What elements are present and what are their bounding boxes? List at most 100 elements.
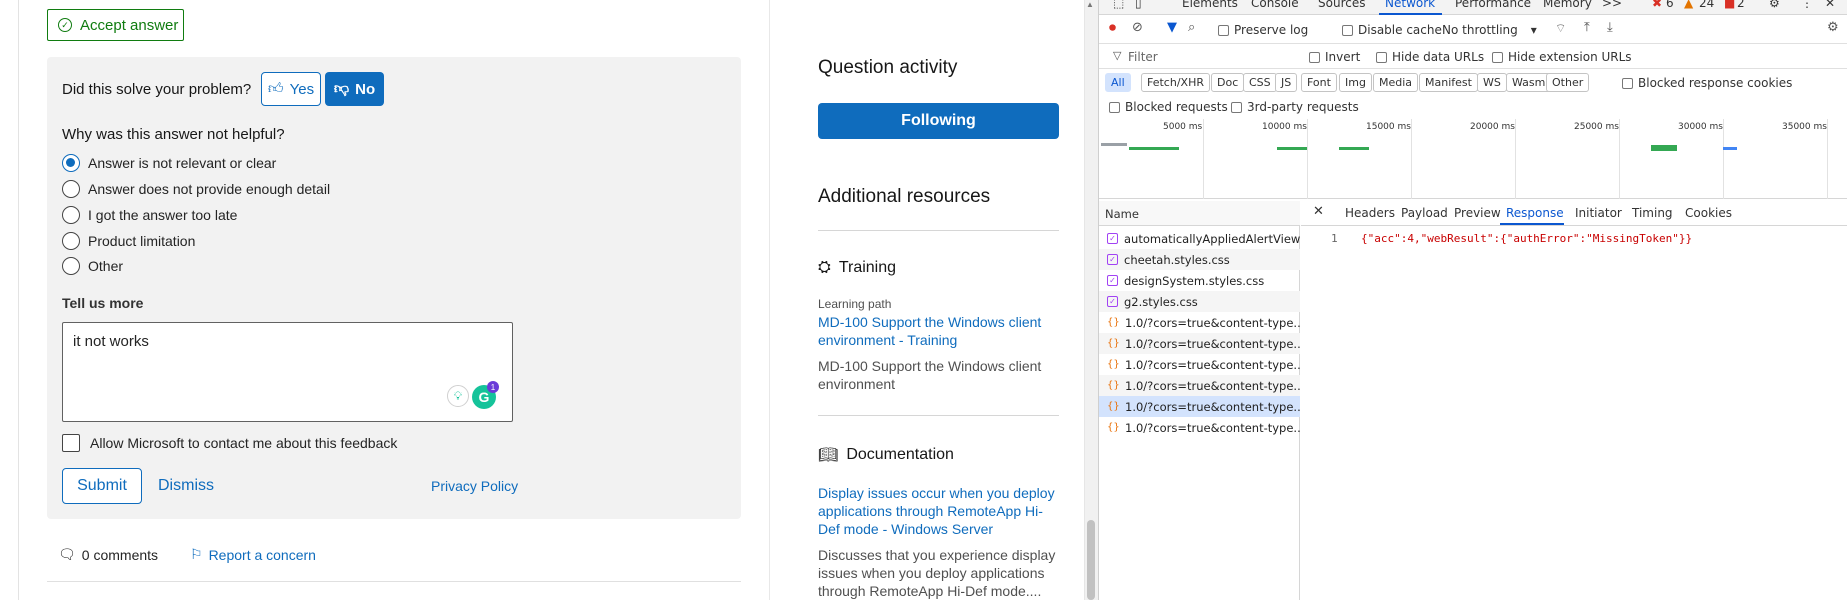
tab-cookies[interactable]: Cookies [1685,206,1732,220]
training-link[interactable]: MD-100 Support the Windows client enviro… [818,313,1063,349]
radio-selected[interactable] [62,154,80,172]
checkbox[interactable] [1309,51,1320,63]
invert-checkbox[interactable]: Invert [1309,50,1360,64]
contact-checkbox[interactable] [62,434,80,452]
radio[interactable] [62,257,80,275]
hide-data-urls-checkbox[interactable]: Hide data URLs [1376,50,1484,64]
filter-input[interactable]: Filter [1128,50,1158,64]
option-not-relevant[interactable]: Answer is not relevant or clear [62,153,276,173]
blocked-cookies-checkbox[interactable]: Blocked response cookies [1622,76,1792,90]
close-devtools-icon[interactable]: ✕ [1825,0,1835,10]
type-filter-doc[interactable]: Doc [1211,73,1245,92]
hide-extension-urls-checkbox[interactable]: Hide extension URLs [1492,50,1632,64]
yes-button[interactable]: 👍︎ Yes [261,72,321,106]
no-button[interactable]: 👎︎ No [325,72,384,106]
checkbox[interactable] [1622,77,1633,89]
tab-network[interactable]: Network [1385,0,1435,10]
report-concern-link[interactable]: ⚐ Report a concern [190,546,316,563]
type-filter-font[interactable]: Font [1301,73,1337,92]
checkbox[interactable] [1376,51,1387,63]
issues-count[interactable]: 2 [1737,0,1745,10]
device-toolbar-icon[interactable]: ▯ [1135,0,1142,10]
third-party-checkbox[interactable]: 3rd-party requests [1231,100,1359,114]
record-icon[interactable]: ⏺ [1109,20,1116,36]
following-button[interactable]: Following [818,103,1059,139]
radio[interactable] [62,232,80,250]
documentation-link[interactable]: Display issues occur when you deploy app… [818,484,1063,538]
feedback-textarea[interactable]: it not works [62,322,513,422]
network-timeline-overview[interactable]: 5000 ms 10000 ms 15000 ms 20000 ms 25000… [1099,119,1847,199]
clear-icon[interactable]: ⊘ [1132,20,1143,35]
contact-checkbox-row[interactable]: Allow Microsoft to contact me about this… [62,434,397,452]
search-icon[interactable]: ⌕ [1188,20,1195,35]
request-row[interactable]: {} 1.0/?cors=true&content-type... [1099,312,1300,333]
comments-link[interactable]: 🗨︎ 0 comments [58,546,158,563]
tab-elements[interactable]: Elements [1182,0,1238,10]
scrollbar-thumb[interactable] [1087,520,1095,600]
more-tabs-button[interactable]: >> [1602,0,1622,10]
tab-payload[interactable]: Payload [1401,206,1448,220]
type-filter-all[interactable]: All [1105,73,1131,92]
error-count[interactable]: 6 [1666,0,1674,10]
type-filter-media[interactable]: Media [1373,73,1419,92]
filter-icon[interactable]: ▼ [1167,20,1177,35]
dismiss-button[interactable]: Dismiss [158,477,214,495]
tab-initiator[interactable]: Initiator [1575,206,1622,220]
tab-sources[interactable]: Sources [1318,0,1365,10]
type-filter-css[interactable]: CSS [1243,73,1277,92]
more-options-icon[interactable]: ⋮ [1801,0,1813,10]
settings-icon[interactable]: ⚙ [1769,0,1780,10]
checkbox[interactable] [1218,24,1229,36]
request-row[interactable]: ✓ g2.styles.css [1099,291,1300,312]
network-conditions-icon[interactable]: ⌔ [1555,21,1566,36]
request-row[interactable]: {} 1.0/?cors=true&content-type... [1099,354,1300,375]
tab-console[interactable]: Console [1251,0,1299,10]
export-har-icon[interactable]: ⤓ [1607,20,1613,35]
checkbox[interactable] [1342,24,1353,36]
scroll-up-icon[interactable]: ▲ [1086,0,1094,9]
type-filter-fetch-xhr[interactable]: Fetch/XHR [1141,73,1210,92]
tab-performance[interactable]: Performance [1455,0,1531,10]
option-not-enough-detail[interactable]: Answer does not provide enough detail [62,179,330,199]
accept-answer-button[interactable]: ✓ Accept answer [47,9,184,41]
option-product-limitation[interactable]: Product limitation [62,231,195,251]
tab-timing[interactable]: Timing [1632,206,1673,220]
request-row[interactable]: ✓ automaticallyAppliedAlertView... [1099,228,1300,249]
inspect-icon[interactable]: ⬚ [1113,0,1124,10]
request-row[interactable]: {} 1.0/?cors=true&content-type... [1099,375,1300,396]
type-filter-wasm[interactable]: Wasm [1506,73,1552,92]
checkbox[interactable] [1492,51,1503,63]
checkbox[interactable] [1109,101,1120,113]
submit-button[interactable]: Submit [62,468,142,504]
network-settings-icon[interactable]: ⚙ [1827,20,1839,35]
page-scrollbar[interactable] [1084,0,1098,600]
blocked-requests-checkbox[interactable]: Blocked requests [1109,100,1228,114]
tab-response[interactable]: Response [1506,206,1564,220]
option-other[interactable]: Other [62,256,123,276]
type-filter-other[interactable]: Other [1546,73,1590,92]
type-filter-img[interactable]: Img [1339,73,1372,92]
type-filter-manifest[interactable]: Manifest [1419,73,1478,92]
radio[interactable] [62,206,80,224]
type-filter-js[interactable]: JS [1275,73,1298,92]
tab-preview[interactable]: Preview [1454,206,1501,220]
type-filter-ws[interactable]: WS [1477,73,1507,92]
close-detail-icon[interactable]: ✕ [1313,204,1324,219]
request-row-selected[interactable]: {} 1.0/?cors=true&content-type... [1099,396,1300,417]
preserve-log-checkbox[interactable]: Preserve log [1218,23,1308,37]
request-row[interactable]: {} 1.0/?cors=true&content-type... [1099,417,1300,438]
name-column-header[interactable]: Name [1105,207,1139,221]
checkbox[interactable] [1231,101,1242,113]
privacy-policy-link[interactable]: Privacy Policy [431,478,518,494]
tab-memory[interactable]: Memory [1543,0,1592,10]
radio[interactable] [62,180,80,198]
warning-count[interactable]: 24 [1699,0,1714,10]
import-har-icon[interactable]: ⤒ [1584,20,1590,35]
tab-headers[interactable]: Headers [1345,206,1395,220]
disable-cache-checkbox[interactable]: Disable cache [1342,23,1442,37]
option-too-late[interactable]: I got the answer too late [62,205,237,225]
lightbulb-icon[interactable]: 💡︎ [447,385,469,407]
throttling-select[interactable]: No throttling ▾ [1442,23,1537,37]
request-row[interactable]: ✓ designSystem.styles.css [1099,270,1300,291]
request-row[interactable]: ✓ cheetah.styles.css [1099,249,1300,270]
